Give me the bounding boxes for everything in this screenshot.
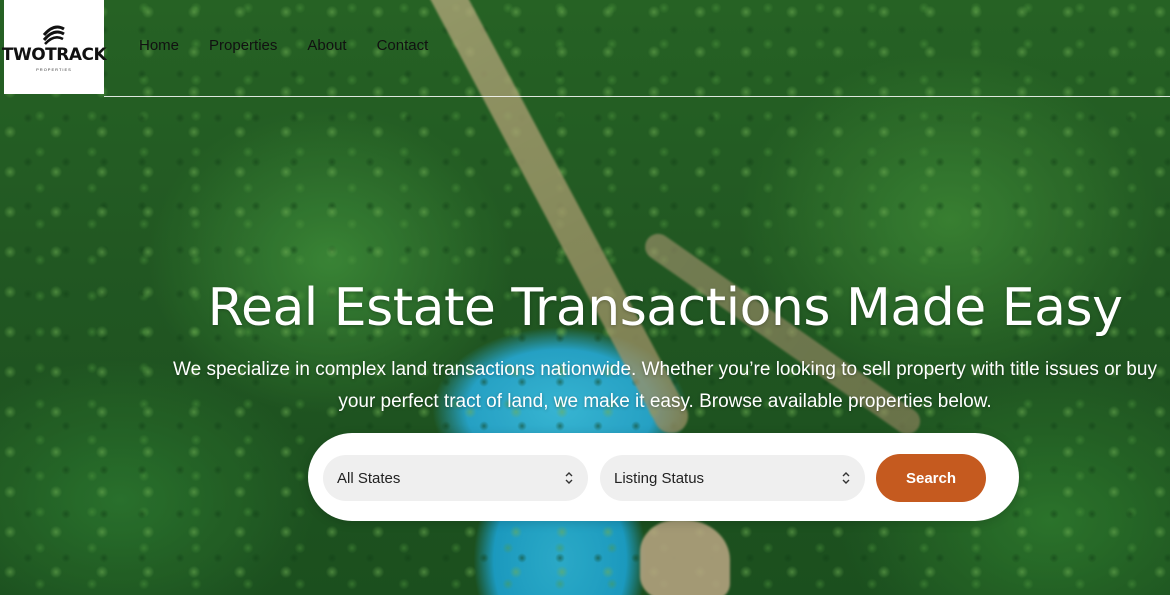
state-select[interactable]: All States (323, 455, 588, 501)
nav-about[interactable]: About (307, 37, 346, 54)
logo-wordmark: TWOTRACK (1, 44, 107, 65)
hero-subtitle: We specialize in complex land transactio… (173, 359, 1157, 412)
search-button[interactable]: Search (876, 454, 986, 502)
listing-status-value: Listing Status (614, 469, 705, 487)
nav-properties[interactable]: Properties (209, 37, 277, 54)
state-select-value: All States (337, 469, 401, 487)
nav-home[interactable]: Home (139, 37, 179, 54)
chevron-updown-icon (565, 472, 573, 484)
property-search-bar: All States Listing Status Search (308, 433, 1019, 521)
hero-title: Real Estate Transactions Made Easy (207, 278, 1123, 338)
header-divider (104, 96, 1170, 97)
twotrack-logo-icon (42, 25, 65, 45)
main-nav: Home Properties About Contact (139, 37, 458, 54)
nav-contact[interactable]: Contact (377, 37, 429, 54)
site-logo[interactable]: TWOTRACK PROPERTIES (1, 0, 107, 94)
chevron-updown-icon (842, 472, 850, 484)
listing-status-select[interactable]: Listing Status (600, 455, 865, 501)
logo-tagline: PROPERTIES (36, 66, 72, 72)
